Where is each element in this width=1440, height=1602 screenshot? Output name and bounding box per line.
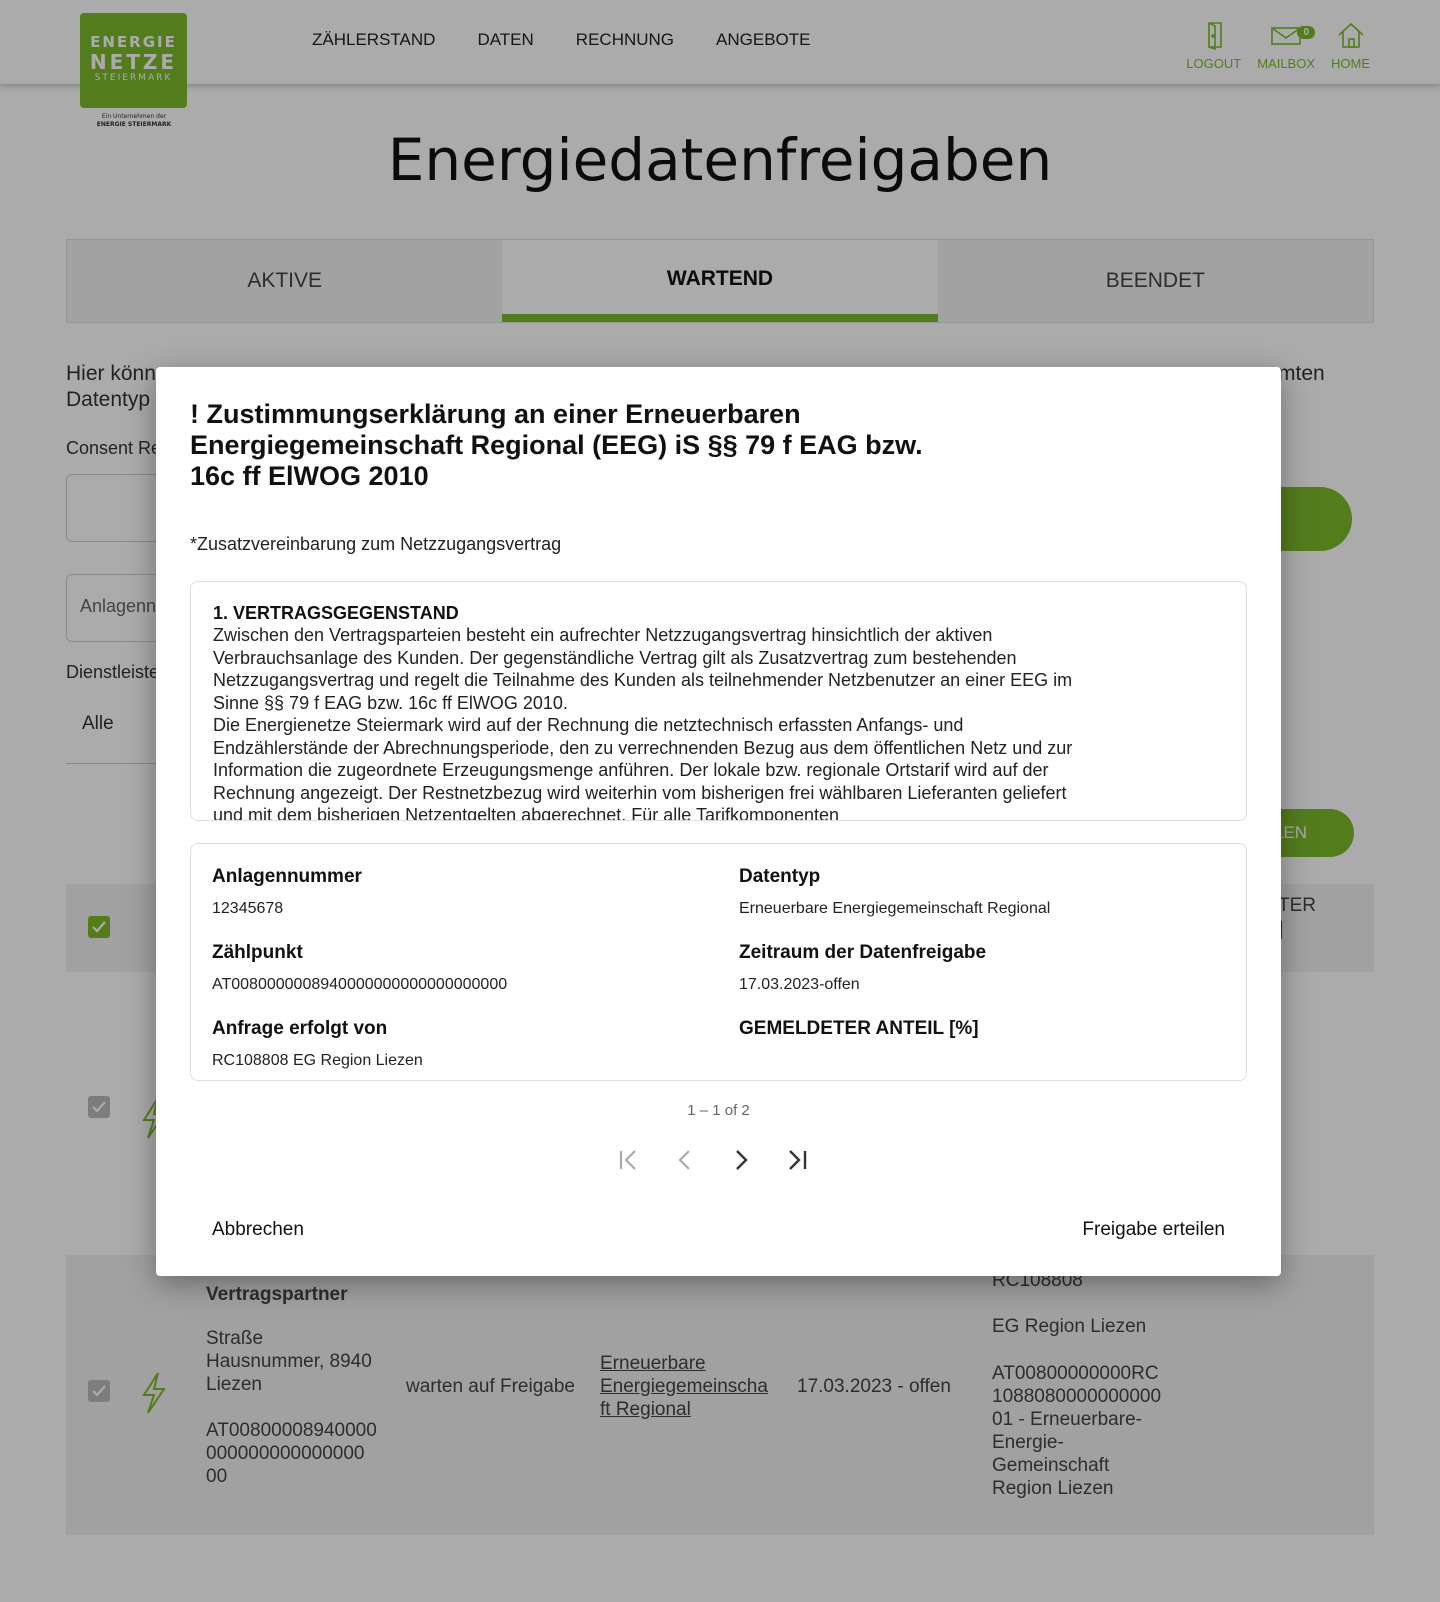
dialog-subtitle: *Zusatzvereinbarung zum Netzzugangsvertr…: [190, 534, 562, 554]
zaehlpunkt-label: Zählpunkt: [212, 942, 303, 963]
grant-consent-button[interactable]: Freigabe erteilen: [1082, 1219, 1225, 1241]
zeitraum-label: Zeitraum der Datenfreigabe: [739, 942, 987, 963]
consent-dialog: ! Zustimmungserklärung an einer Erneuerb…: [156, 367, 1281, 1276]
contract-heading: 1. VERTRAGSGEGENSTAND: [213, 603, 459, 623]
first-page-button[interactable]: [614, 1145, 644, 1175]
anteil-label: GEMELDETER ANTEIL [%]: [739, 1018, 979, 1039]
contract-paragraph-2: Die Energienetze Steiermark wird auf der…: [213, 715, 1073, 821]
contract-paragraph-1: Zwischen den Vertragsparteien besteht ei…: [213, 625, 1073, 713]
dialog-title: ! Zustimmungserklärung an einer Erneuerb…: [190, 399, 923, 491]
previous-page-button[interactable]: [670, 1145, 700, 1175]
chevron-left-icon: [678, 1150, 690, 1170]
cancel-button[interactable]: Abbrechen: [212, 1219, 304, 1241]
pagination-status: 1 – 1 of 2: [687, 1102, 750, 1119]
pagination-controls: [614, 1145, 812, 1175]
chevron-right-icon: [736, 1150, 748, 1170]
datentyp-value: Erneuerbare Energiegemeinschaft Regional: [739, 900, 1051, 917]
next-page-button[interactable]: [726, 1145, 756, 1175]
anlagennummer-label: Anlagennummer: [212, 866, 362, 887]
consent-details: Anlagennummer 12345678 Datentyp Erneuerb…: [190, 843, 1247, 1081]
zaehlpunkt-value: AT0080000008940000000000000000000: [212, 976, 508, 993]
anlagennummer-value: 12345678: [212, 900, 284, 917]
last-page-button[interactable]: [782, 1145, 812, 1175]
last-page-icon: [789, 1150, 807, 1170]
datentyp-label: Datentyp: [739, 866, 821, 887]
anfrage-value: RC108808 EG Region Liezen: [212, 1052, 423, 1069]
zeitraum-value: 17.03.2023-offen: [739, 976, 860, 993]
anfrage-label: Anfrage erfolgt von: [212, 1018, 388, 1039]
contract-text-scrollbox[interactable]: 1. VERTRAGSGEGENSTAND Zwischen den Vertr…: [190, 581, 1247, 821]
first-page-icon: [619, 1150, 636, 1170]
